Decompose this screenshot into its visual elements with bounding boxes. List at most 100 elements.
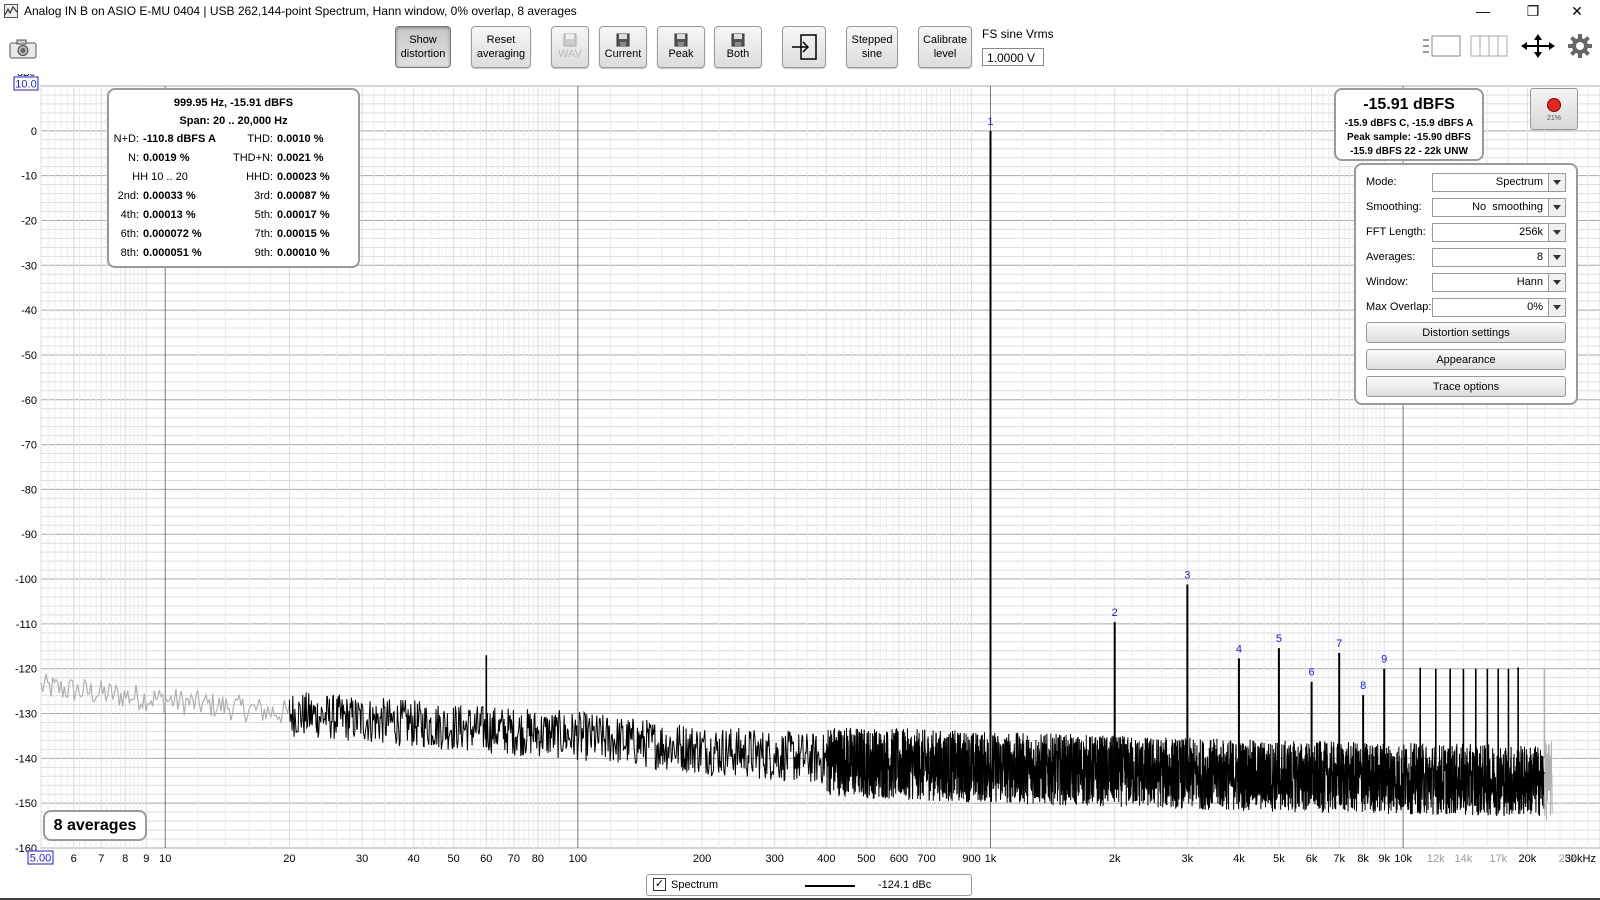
import-button[interactable] [782,26,826,68]
chevron-down-icon[interactable] [1548,274,1565,291]
chevron-down-icon[interactable] [1548,299,1565,316]
x-tick-label: 7k [1333,853,1345,865]
harmonic-label: 5 [1276,633,1282,645]
x-tick-label: 9k [1378,853,1390,865]
setting-label: Max Overlap: [1366,301,1432,313]
calibrate-level-label-1: Calibrate [922,34,968,46]
y-tick-label: -150 [15,798,37,810]
calibrate-level-button[interactable]: Calibrate level [918,26,972,68]
chevron-down-icon[interactable] [1548,174,1565,191]
app-icon [4,4,18,18]
camera-icon[interactable] [8,38,38,60]
legend-cursor-value: -124.1 dBc [878,879,932,891]
harmonic-label: 9 [1381,654,1387,666]
trace-legend: ✓ Spectrum -124.1 dBc [646,874,972,896]
y-tick-label: -90 [21,529,37,541]
distortion-label: 6th: [120,228,139,240]
distortion-label: THD+N: [232,152,273,164]
restore-button[interactable]: ❐ [1510,0,1556,23]
distortion-label: 7th: [254,228,273,240]
expand-arrows-icon[interactable] [1520,34,1556,58]
distortion-label: THD: [247,133,273,145]
harmonic-label: 4 [1236,643,1242,655]
peak-label: Peak [668,48,694,60]
setting-label: Window: [1366,276,1409,288]
x-tick-label: 17k [1489,853,1507,865]
chevron-down-icon[interactable] [1548,224,1565,241]
save-peak-button[interactable]: Peak [657,26,705,68]
distortion-settings-button[interactable]: Distortion settings [1366,322,1566,343]
y-tick-label: -60 [21,395,37,407]
x-tick-label: 600 [890,853,908,865]
setting-dropdown[interactable]: Hann [1432,273,1566,292]
stepped-sine-button[interactable]: Stepped sine [846,26,898,68]
setting-value: Hann [1516,276,1543,288]
x-min-label: 5.00 [30,853,51,865]
wav-label: WAV [558,48,582,60]
layout-icon[interactable] [1422,34,1462,58]
x-tick-label: 30kHz [1565,853,1596,865]
save-icon [674,33,688,47]
x-tick-label: 8 [122,853,128,865]
setting-value: 8 [1536,251,1543,263]
level-peak-sample: Peak sample: -15.90 dBFS [1347,132,1471,143]
distortion-value: 0.00010 % [277,247,330,259]
save-icon [616,33,630,47]
distortion-label: HHD: [246,171,273,183]
stepped-sine-label-1: Stepped [851,34,893,46]
setting-dropdown[interactable]: No smoothing [1432,198,1566,217]
gear-icon[interactable] [1568,34,1592,58]
distortion-label: HH 10 .. 20 [132,171,188,183]
x-tick-label: 20k [1518,853,1536,865]
level-unweighted: -15.9 dBFS 22 - 22k UNW [1350,146,1468,157]
fs-sine-input[interactable]: 1.0000 V [982,48,1044,66]
x-tick-label: 40 [408,853,420,865]
fundamental-readout: 999.95 Hz, -15.91 dBFS [173,97,294,109]
spectrum-checkbox[interactable]: ✓ [653,878,666,891]
x-tick-label: 400 [817,853,835,865]
reset-averaging-button[interactable]: Reset averaging [471,26,531,68]
setting-value: Spectrum [1495,176,1543,188]
appearance-button[interactable]: Appearance [1366,349,1566,370]
setting-dropdown[interactable]: 256k [1432,223,1566,242]
import-arrow-icon [792,34,817,60]
y-unit-label: dBc [17,74,34,79]
record-button[interactable]: 21% [1530,88,1578,130]
trace-options-button[interactable]: Trace options [1366,376,1566,397]
distortion-value: -110.8 dBFS A [143,133,216,145]
distortion-value: 0.000051 % [143,247,202,259]
chevron-down-icon[interactable] [1548,249,1565,266]
x-tick-label: 7 [98,853,104,865]
setting-dropdown[interactable]: Spectrum [1432,173,1566,192]
distortion-label: 2nd: [117,190,139,202]
x-tick-label: 4k [1233,853,1245,865]
wav-button[interactable]: WAV [551,26,589,68]
setting-label: Smoothing: [1366,201,1422,213]
y-tick-label: -10 [21,171,37,183]
chevron-down-icon[interactable] [1548,199,1565,216]
x-tick-label: 6 [71,853,77,865]
distortion-label: 8th: [120,247,139,259]
record-icon [1547,98,1561,112]
distortion-value: 0.00023 % [277,171,330,183]
show-distortion-button[interactable]: Show distortion [395,26,451,68]
save-current-button[interactable]: Current [599,26,647,68]
y-tick-label: -20 [21,215,37,227]
distortion-label: 3rd: [254,190,273,202]
x-tick-label: 9 [143,853,149,865]
save-both-button[interactable]: Both [714,26,762,68]
harmonic-label: 2 [1112,607,1118,619]
distortion-label: 5th: [254,209,273,221]
setting-dropdown[interactable]: 8 [1432,248,1566,267]
y-tick-label: -140 [15,753,37,765]
x-tick-label: 80 [532,853,544,865]
setting-dropdown[interactable]: 0% [1432,298,1566,317]
minimize-button[interactable]: — [1460,0,1506,23]
fs-sine-label: FS sine Vrms [982,27,1054,41]
legend-trace-name: Spectrum [671,879,719,891]
columns-icon[interactable] [1470,34,1508,58]
fundamental-label: 1 [987,116,993,128]
close-button[interactable]: ✕ [1554,0,1600,23]
distortion-value: 0.00033 % [143,190,196,202]
stepped-sine-label-2: sine [861,48,883,60]
